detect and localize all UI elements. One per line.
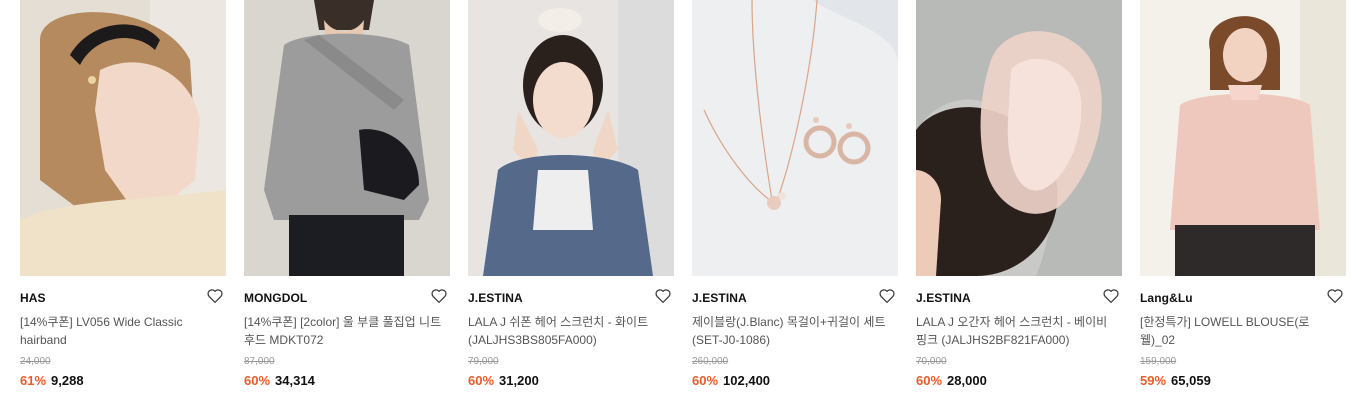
- heart-outline-icon[interactable]: [1102, 287, 1120, 305]
- product-photo-knit-hoodie: [244, 0, 450, 276]
- discount-rate: 60%: [692, 373, 719, 388]
- product-photo-hairband: [20, 0, 226, 276]
- product-name[interactable]: [14%쿠폰] [2color] 울 부클 풀집업 니트후드 MDKT072: [244, 313, 444, 349]
- product-image[interactable]: [468, 0, 674, 276]
- brand-name[interactable]: J.ESTINA: [468, 291, 523, 305]
- product-name[interactable]: LALA J 쉬폰 헤어 스크런치 - 화이트 (JALJHS3BS805FA0…: [468, 313, 668, 349]
- discount-rate: 61%: [20, 373, 47, 388]
- product-card[interactable]: HAS [14%쿠폰] LV056 Wide Classic hairband …: [20, 0, 226, 402]
- product-grid: HAS [14%쿠폰] LV056 Wide Classic hairband …: [0, 0, 1356, 402]
- discount-rate: 60%: [244, 373, 271, 388]
- product-card[interactable]: MONGDOL [14%쿠폰] [2color] 울 부클 풀집업 니트후드 M…: [244, 0, 450, 402]
- product-card[interactable]: Lang&Lu [한정특가] LOWELL BLOUSE(로웰)_02 159,…: [1140, 0, 1346, 402]
- sale-price-line: 59% 65,059: [1140, 373, 1211, 388]
- sale-price: 102,400: [723, 373, 771, 388]
- heart-outline-icon[interactable]: [878, 287, 896, 305]
- product-card[interactable]: J.ESTINA LALA J 오간자 헤어 스크런치 - 베이비 핑크 (JA…: [916, 0, 1122, 402]
- product-name[interactable]: LALA J 오간자 헤어 스크런치 - 베이비 핑크 (JALJHS2BF82…: [916, 313, 1116, 349]
- product-image[interactable]: [20, 0, 226, 276]
- original-price: 24,000: [20, 356, 51, 367]
- sale-price-line: 60% 102,400: [692, 373, 770, 388]
- product-image[interactable]: [244, 0, 450, 276]
- original-price: 79,000: [468, 356, 499, 367]
- sale-price: 34,314: [275, 373, 315, 388]
- brand-name[interactable]: J.ESTINA: [916, 291, 971, 305]
- original-price: 70,000: [916, 356, 947, 367]
- product-image[interactable]: [916, 0, 1122, 276]
- original-price: 159,000: [1140, 356, 1177, 367]
- product-image[interactable]: [692, 0, 898, 276]
- sale-price: 65,059: [1171, 373, 1211, 388]
- product-name[interactable]: 제이블랑(J.Blanc) 목걸이+귀걸이 세트 (SET-J0-1086): [692, 313, 892, 349]
- product-name[interactable]: [한정특가] LOWELL BLOUSE(로웰)_02: [1140, 313, 1340, 349]
- sale-price: 28,000: [947, 373, 987, 388]
- sale-price: 9,288: [51, 373, 84, 388]
- brand-name[interactable]: HAS: [20, 291, 46, 305]
- product-photo-necklace-earring-set: [692, 0, 898, 276]
- brand-name[interactable]: MONGDOL: [244, 291, 307, 305]
- heart-outline-icon[interactable]: [430, 287, 448, 305]
- sale-price-line: 60% 31,200: [468, 373, 539, 388]
- discount-rate: 60%: [468, 373, 495, 388]
- sale-price-line: 61% 9,288: [20, 373, 84, 388]
- original-price: 260,000: [692, 356, 729, 367]
- sale-price-line: 60% 34,314: [244, 373, 315, 388]
- brand-name[interactable]: Lang&Lu: [1140, 291, 1193, 305]
- brand-name[interactable]: J.ESTINA: [692, 291, 747, 305]
- discount-rate: 59%: [1140, 373, 1167, 388]
- product-card[interactable]: J.ESTINA 제이블랑(J.Blanc) 목걸이+귀걸이 세트 (SET-J…: [692, 0, 898, 402]
- product-name[interactable]: [14%쿠폰] LV056 Wide Classic hairband: [20, 313, 220, 349]
- heart-outline-icon[interactable]: [1326, 287, 1344, 305]
- sale-price: 31,200: [499, 373, 539, 388]
- original-price: 87,000: [244, 356, 275, 367]
- heart-outline-icon[interactable]: [654, 287, 672, 305]
- heart-outline-icon[interactable]: [206, 287, 224, 305]
- discount-rate: 60%: [916, 373, 943, 388]
- product-photo-blouse: [1140, 0, 1346, 276]
- sale-price-line: 60% 28,000: [916, 373, 987, 388]
- product-card[interactable]: J.ESTINA LALA J 쉬폰 헤어 스크런치 - 화이트 (JALJHS…: [468, 0, 674, 402]
- product-image[interactable]: [1140, 0, 1346, 276]
- product-photo-chiffon-scrunchie: [468, 0, 674, 276]
- product-photo-organza-scrunchie: [916, 0, 1122, 276]
